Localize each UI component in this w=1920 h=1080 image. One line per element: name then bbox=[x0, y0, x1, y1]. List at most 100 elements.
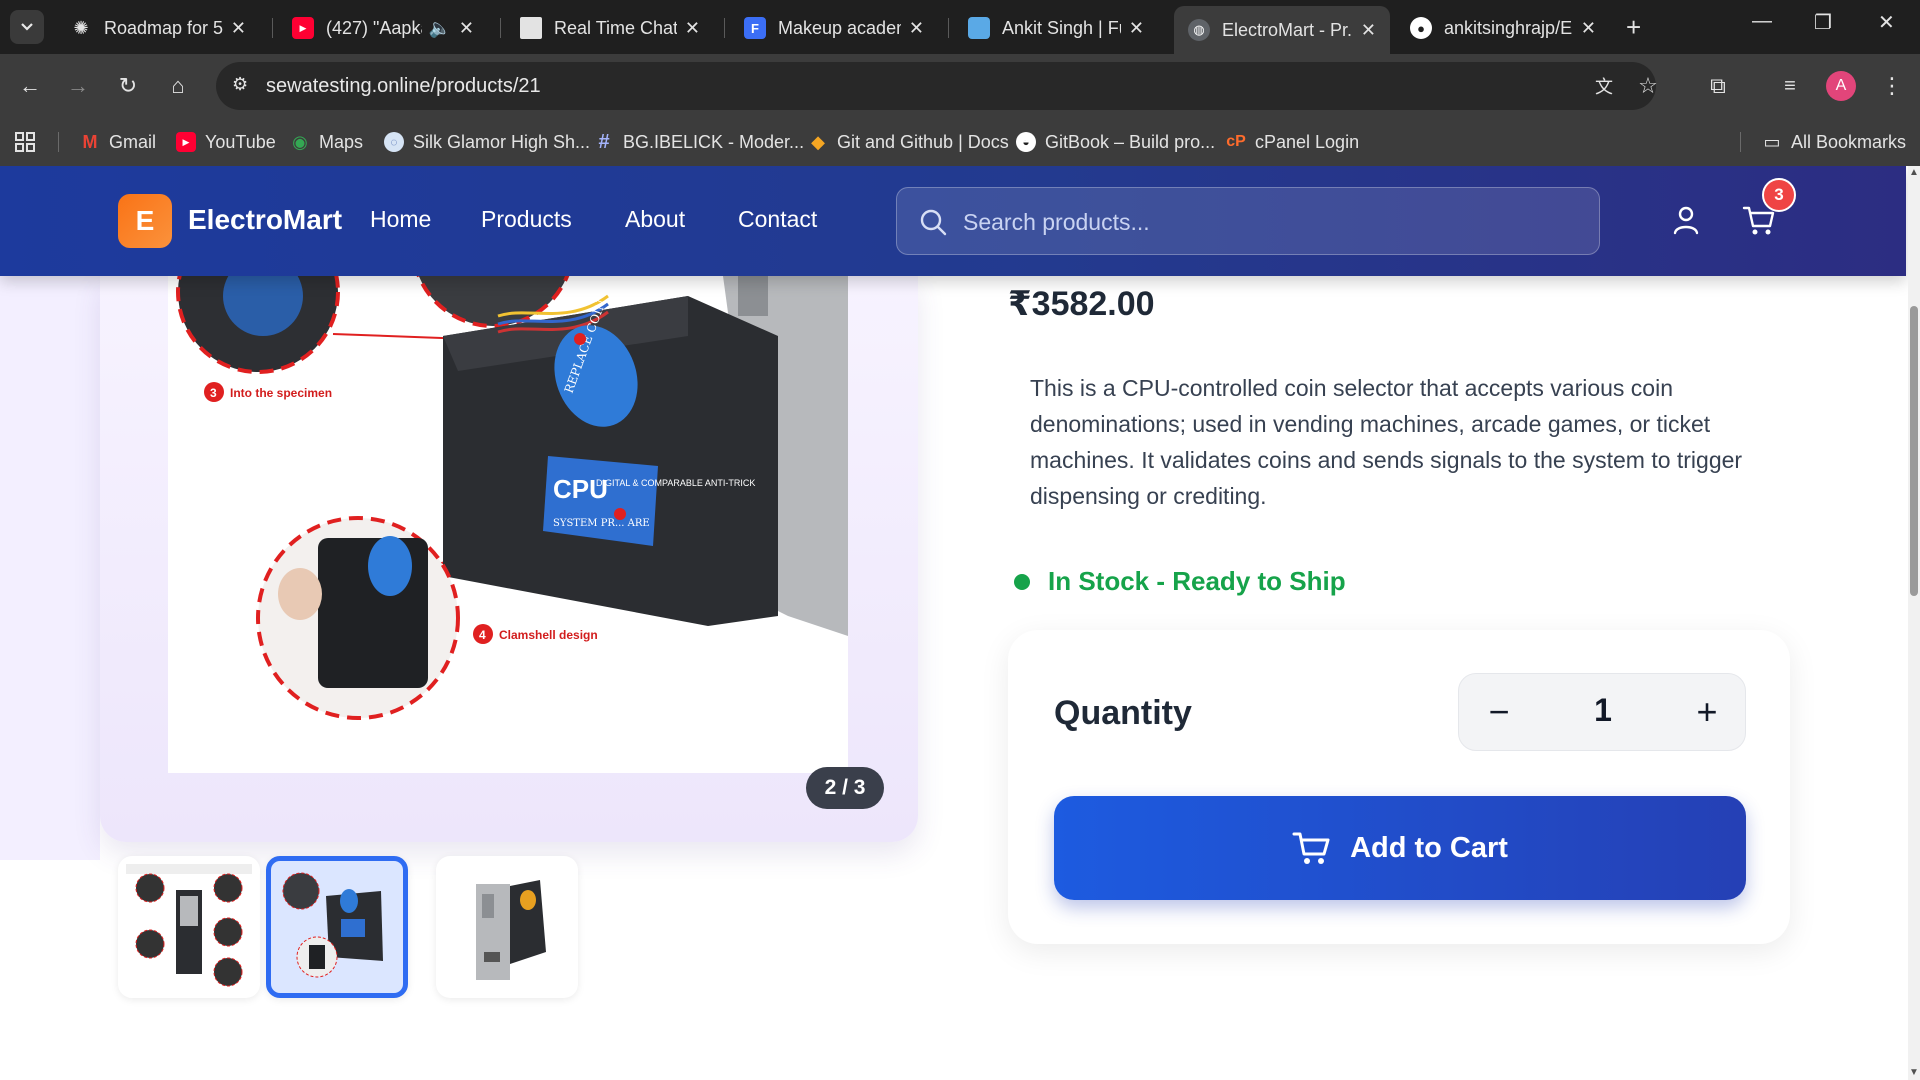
menu-kebab-icon[interactable]: ⋮ bbox=[1876, 70, 1908, 102]
site-info-icon[interactable]: ⚙ bbox=[232, 74, 248, 95]
close-tab-icon[interactable]: ✕ bbox=[685, 18, 700, 39]
youtube-icon: ▶ bbox=[292, 17, 314, 39]
speaker-icon[interactable]: 🔈 bbox=[428, 18, 450, 39]
all-bookmarks-button[interactable]: ▭ All Bookmarks bbox=[1762, 128, 1906, 156]
nav-about[interactable]: About bbox=[625, 206, 685, 233]
maps-pin-icon: ◉ bbox=[292, 131, 308, 152]
logo-badge[interactable]: E bbox=[118, 194, 172, 248]
browser-tab[interactable]: F Makeup academy ... ✕ bbox=[730, 8, 938, 48]
folder-icon: ▭ bbox=[1763, 131, 1781, 152]
search-icon bbox=[920, 209, 947, 236]
step-number: 4 bbox=[479, 628, 486, 642]
coin-slot bbox=[738, 276, 768, 316]
marker-dot bbox=[614, 508, 626, 520]
brand-name[interactable]: ElectroMart bbox=[188, 204, 342, 236]
bookmark-gitbook[interactable]: ◒ GitBook – Build pro... bbox=[1016, 128, 1215, 156]
bookmark-divider bbox=[58, 132, 59, 152]
minimize-icon[interactable]: — bbox=[1752, 10, 1772, 33]
close-tab-icon[interactable]: ✕ bbox=[231, 18, 246, 39]
thumbnail-image bbox=[126, 864, 252, 987]
briefcase-icon bbox=[968, 17, 990, 39]
site-search bbox=[896, 187, 1600, 255]
apps-grid-icon[interactable] bbox=[14, 128, 36, 156]
bookmark-bg-ibelick[interactable]: # BG.IBELICK - Moder... bbox=[594, 128, 804, 156]
background-panel bbox=[0, 276, 100, 860]
close-tab-icon[interactable]: ✕ bbox=[909, 18, 924, 39]
cart-count-badge: 3 bbox=[1762, 178, 1796, 212]
nav-contact[interactable]: Contact bbox=[738, 206, 817, 233]
bookmark-divider bbox=[1740, 132, 1741, 152]
step-3-label: Into the specimen bbox=[230, 386, 332, 400]
user-icon[interactable] bbox=[1670, 204, 1702, 236]
bookmark-star-icon[interactable]: ☆ bbox=[1632, 70, 1664, 102]
gmail-icon: M bbox=[82, 131, 98, 152]
site-header: E ElectroMart Home Products About Contac… bbox=[0, 166, 1906, 276]
nav-home[interactable]: Home bbox=[370, 206, 431, 233]
github-icon: ● bbox=[1410, 17, 1432, 39]
bookmark-cpanel[interactable]: cP cPanel Login bbox=[1226, 128, 1359, 156]
browser-tab[interactable]: Real Time Chat P... ✕ bbox=[506, 8, 714, 48]
add-to-cart-label: Add to Cart bbox=[1350, 831, 1508, 864]
address-bar[interactable]: ⚙ sewatesting.online/products/21 bbox=[216, 62, 1656, 110]
browser-tab[interactable]: ▶ (427) "Aapka ... 🔈 ✕ bbox=[278, 8, 488, 48]
quantity-label: Quantity bbox=[1054, 694, 1192, 732]
profile-avatar[interactable]: A bbox=[1826, 71, 1856, 101]
page-viewport: REPLACE COIN CPU DIGITAL & COMPARABLE AN… bbox=[0, 166, 1920, 1080]
bookmark-silk-glamor[interactable]: ◌ Silk Glamor High Sh... bbox=[384, 128, 590, 156]
tab-search-button[interactable] bbox=[10, 10, 44, 44]
decrement-button[interactable]: − bbox=[1471, 684, 1527, 740]
openai-icon: ✺ bbox=[73, 17, 89, 38]
new-tab-icon[interactable]: + bbox=[1626, 12, 1641, 43]
coin-selector-image: REPLACE COIN CPU DIGITAL & COMPARABLE AN… bbox=[176, 276, 848, 720]
url-text: sewatesting.online/products/21 bbox=[266, 75, 541, 97]
close-tab-icon[interactable]: ✕ bbox=[1581, 18, 1596, 39]
browser-tab[interactable]: Ankit Singh | Full ... ✕ bbox=[954, 8, 1158, 48]
bookmark-gmail[interactable]: M Gmail bbox=[80, 128, 157, 156]
thumbnail-3[interactable] bbox=[436, 856, 578, 998]
forward-icon[interactable]: → bbox=[62, 70, 94, 102]
thumbnail-2[interactable] bbox=[266, 856, 408, 998]
app-icon bbox=[520, 17, 542, 39]
cpu-subtext: DIGITAL & COMPARABLE ANTI-TRICK bbox=[596, 478, 755, 488]
cart-icon bbox=[1292, 832, 1330, 864]
add-to-cart-button[interactable]: Add to Cart bbox=[1054, 796, 1746, 900]
scroll-up-icon[interactable]: ▲ bbox=[1909, 168, 1919, 178]
tab-divider bbox=[500, 18, 501, 38]
thumbnail-image bbox=[282, 872, 383, 978]
scroll-down-icon[interactable]: ▼ bbox=[1909, 1068, 1919, 1078]
bookmark-git-github[interactable]: ◆ Git and Github | Docs bbox=[808, 128, 1009, 156]
restore-icon[interactable]: ❐ bbox=[1814, 10, 1832, 35]
stock-status-text: In Stock - Ready to Ship bbox=[1048, 566, 1346, 596]
thumbnail-1[interactable] bbox=[118, 856, 260, 998]
bookmark-youtube[interactable]: ▶ YouTube bbox=[176, 128, 276, 156]
reload-icon[interactable]: ↻ bbox=[112, 70, 144, 102]
image-counter: 2 / 3 bbox=[806, 767, 884, 809]
browser-tab[interactable]: ● ankitsinghrajp/E... ✕ bbox=[1396, 8, 1610, 48]
close-tab-icon[interactable]: ✕ bbox=[1129, 18, 1144, 39]
browser-tab[interactable]: ✺ Roadmap for 50 ... ✕ bbox=[56, 8, 260, 48]
extensions-icon[interactable]: ⧉ bbox=[1702, 70, 1734, 102]
media-control-icon[interactable]: ≡ bbox=[1774, 70, 1806, 102]
window-close-icon[interactable]: ✕ bbox=[1878, 10, 1895, 35]
increment-button[interactable]: + bbox=[1679, 684, 1735, 740]
translate-icon[interactable]: 文 bbox=[1588, 70, 1620, 102]
back-icon[interactable]: ← bbox=[14, 70, 46, 102]
thumbnail-image bbox=[476, 880, 546, 980]
close-tab-icon[interactable]: ✕ bbox=[1361, 20, 1376, 41]
home-icon[interactable]: ⌂ bbox=[162, 70, 194, 102]
nav-products[interactable]: Products bbox=[481, 206, 572, 233]
bookmark-maps[interactable]: ◉ Maps bbox=[290, 128, 363, 156]
browser-toolbar: ← → ↻ ⌂ ⚙ sewatesting.online/products/21… bbox=[0, 54, 1920, 118]
product-main-image[interactable]: REPLACE COIN CPU DIGITAL & COMPARABLE AN… bbox=[168, 276, 848, 773]
apps-icon bbox=[15, 132, 35, 152]
browser-tab-active[interactable]: ◍ ElectroMart - Pr... ✕ bbox=[1174, 6, 1390, 54]
scroll-thumb[interactable] bbox=[1910, 306, 1918, 596]
step-4-label: Clamshell design bbox=[499, 628, 598, 642]
chevron-down-icon bbox=[21, 23, 33, 31]
browser-tab-bar: ✺ Roadmap for 50 ... ✕ ▶ (427) "Aapka ..… bbox=[0, 0, 1920, 54]
book-icon: ◆ bbox=[811, 131, 825, 152]
close-tab-icon[interactable]: ✕ bbox=[459, 18, 474, 39]
page-scrollbar[interactable]: ▲ ▼ bbox=[1908, 166, 1920, 1080]
product-price: ₹3582.00 bbox=[1008, 285, 1155, 323]
search-input[interactable] bbox=[963, 200, 1563, 244]
